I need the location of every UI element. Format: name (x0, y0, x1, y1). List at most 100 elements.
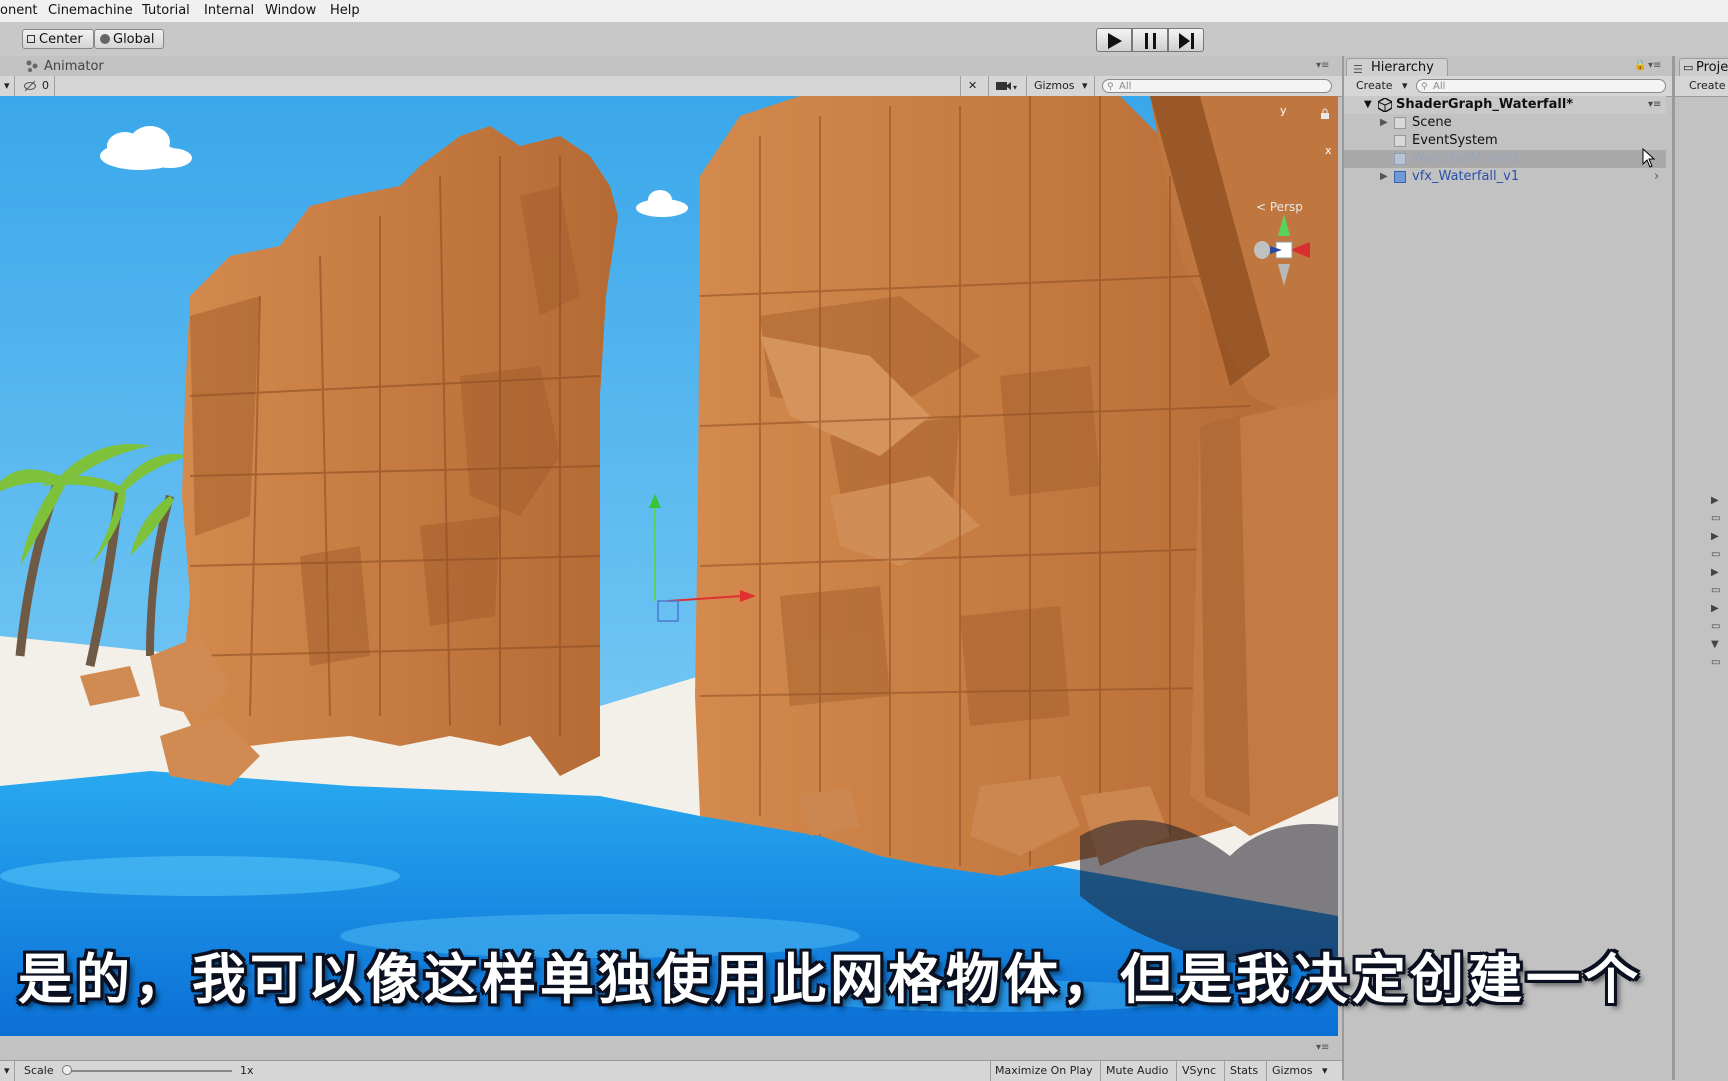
hierarchy-item-vfx[interactable]: ▶ vfx_Waterfall_v1 › (1344, 168, 1666, 186)
hierarchy-toolbar: Create ▾ ⚲ All (1344, 76, 1674, 97)
menu-cinemachine[interactable]: Cinemachine (48, 3, 133, 18)
project-tree-item-2[interactable]: ▶ ▭ (1711, 528, 1728, 564)
project-tree-item-5[interactable]: ▼ ▭ (1711, 636, 1728, 672)
project-tab-label: Proje (1696, 60, 1728, 75)
project-toolbar: Create (1675, 76, 1728, 97)
scale-slider-track[interactable] (64, 1070, 232, 1072)
projection-mode-label[interactable]: < Persp (1256, 200, 1303, 214)
mesh-icon (1394, 153, 1406, 165)
collapse-arrow-icon[interactable]: ▶ (1380, 168, 1388, 186)
hierarchy-tab[interactable]: ☰ Hierarchy (1346, 58, 1448, 76)
projection-mode-text: Persp (1269, 200, 1303, 214)
hierarchy-item-eventsystem[interactable]: EventSystem (1344, 132, 1666, 150)
space-toggle-button[interactable]: Global (94, 29, 164, 49)
scene-search-placeholder: All (1119, 81, 1132, 92)
hierarchy-tab-label: Hierarchy (1371, 60, 1434, 75)
hierarchy-menu-icon[interactable]: ▾≡ (1648, 60, 1661, 71)
expand-arrow-icon[interactable]: ▼ (1364, 96, 1372, 114)
project-tree-item-3[interactable]: ▶ ▭ (1711, 564, 1728, 600)
hierarchy-item-label: vfx_Waterfall_v1 (1412, 169, 1520, 184)
video-subtitle: 是的，我可以像这样单独使用此网格物体，但是我决定创建一个 (18, 948, 1642, 1011)
scene-name: ShaderGraph_Waterfall* (1396, 97, 1574, 112)
gizmo-y-axis-label[interactable]: y (1280, 104, 1287, 117)
menu-component[interactable]: onent (0, 3, 38, 18)
scale-value: 1x (240, 1064, 254, 1077)
gameobject-icon (1394, 135, 1406, 147)
hierarchy-item-label: EventSystem (1412, 133, 1498, 148)
search-icon: ⚲ (1107, 82, 1114, 92)
maximize-on-play-button[interactable]: Maximize On Play (995, 1063, 1093, 1079)
pause-icon (1145, 33, 1156, 49)
prefab-icon (1394, 171, 1406, 183)
hierarchy-search-input[interactable]: ⚲ All (1416, 79, 1666, 93)
hierarchy-tab-strip: ☰ Hierarchy 🔒 ▾≡ (1344, 56, 1674, 76)
pivot-label: Center (39, 32, 83, 47)
hidden-layers-icon[interactable] (24, 78, 36, 94)
right-rock-wall (695, 96, 1338, 876)
hierarchy-search-icon: ⚲ (1421, 82, 1428, 92)
prefab-open-arrow-icon[interactable]: › (1654, 168, 1659, 186)
gizmos-dropdown[interactable]: Gizmos (1034, 78, 1075, 94)
hierarchy-create-button[interactable]: Create (1356, 78, 1393, 94)
hierarchy-lock-icon[interactable]: 🔒 (1634, 60, 1646, 71)
collapse-arrow-icon[interactable]: ▶ (1380, 114, 1388, 132)
scene-tab-menu-icon[interactable]: ▾≡ (1316, 60, 1329, 71)
svg-text:▾: ▾ (1013, 83, 1017, 92)
menu-help[interactable]: Help (330, 3, 360, 18)
project-panel: ▭ Proje Create ▶ ▭ ▶ ▭ ▶ ▭ ▶ ▭ ▼ ▭ (1672, 56, 1728, 1080)
hierarchy-scene-root[interactable]: ▼ ShaderGraph_Waterfall* ▾≡ (1344, 96, 1666, 114)
hierarchy-item-label: WaterfallMesh01 (1412, 151, 1521, 166)
gameobject-icon (1394, 117, 1406, 129)
scale-slider-thumb[interactable] (62, 1065, 72, 1075)
hierarchy-search-placeholder: All (1433, 81, 1446, 92)
main-toolbar: Center Global (0, 22, 1728, 57)
folder-icon: ▭ (1683, 61, 1694, 74)
project-create-button[interactable]: Create (1689, 78, 1726, 94)
scene-render (0, 96, 1338, 1036)
tools-icon[interactable]: ✕ (968, 78, 977, 94)
scene-menu-icon[interactable]: ▾≡ (1648, 96, 1661, 114)
menu-bar: onent Cinemachine Tutorial Internal Wind… (0, 0, 1728, 23)
step-button[interactable] (1168, 28, 1204, 52)
project-tree-item-4[interactable]: ▶ ▭ (1711, 600, 1728, 636)
mouse-cursor-icon (1642, 148, 1656, 168)
step-icon (1179, 33, 1194, 49)
animator-tab[interactable]: Animator (44, 59, 104, 74)
create-arrow-icon[interactable]: ▾ (1402, 78, 1408, 94)
camera-icon[interactable]: ▾ (996, 78, 1018, 94)
game-toolbar: ▾ Scale 1x Maximize On Play Mute Audio V… (0, 1060, 1342, 1081)
hierarchy-panel: ☰ Hierarchy 🔒 ▾≡ Create ▾ ⚲ All ▼ Shader… (1342, 56, 1674, 1080)
display-dropdown-icon[interactable]: ▾ (4, 1063, 10, 1079)
gizmo-x-axis-label[interactable]: x (1325, 144, 1332, 157)
scene-tab-strip: Animator ▾≡ (0, 56, 1342, 76)
scale-label: Scale (24, 1064, 54, 1077)
hierarchy-item-scene[interactable]: ▶ Scene (1344, 114, 1666, 132)
project-tree: ▶ ▭ ▶ ▭ ▶ ▭ ▶ ▭ ▼ ▭ (1711, 492, 1728, 672)
hierarchy-item-label: Scene (1412, 115, 1452, 130)
project-tree-item-1[interactable]: ▶ ▭ (1711, 492, 1728, 528)
scene-view[interactable]: y x < Persp (0, 96, 1338, 1036)
stats-button[interactable]: Stats (1230, 1063, 1258, 1079)
pivot-icon (27, 35, 35, 43)
game-gizmos-arrow-icon[interactable]: ▾ (1322, 1063, 1328, 1079)
animator-icon (26, 60, 38, 72)
mute-audio-button[interactable]: Mute Audio (1106, 1063, 1168, 1079)
pivot-toggle-button[interactable]: Center (22, 29, 94, 49)
play-button[interactable] (1096, 28, 1132, 52)
dropdown-arrow-icon[interactable]: ▾ (4, 78, 10, 94)
game-tab-strip: ▾≡ (0, 1036, 1342, 1060)
project-tab[interactable]: ▭ Proje (1679, 58, 1728, 76)
menu-internal[interactable]: Internal (204, 3, 254, 18)
menu-tutorial[interactable]: Tutorial (142, 3, 190, 18)
hierarchy-item-waterfallmesh[interactable]: WaterfallMesh01 (1344, 150, 1666, 168)
scene-search-input[interactable]: ⚲ All (1102, 79, 1332, 93)
game-tab-menu-icon[interactable]: ▾≡ (1316, 1042, 1329, 1053)
pause-button[interactable] (1132, 28, 1168, 52)
scene-toolbar: ▾ 0 ✕ ▾ Gizmos ▾ ⚲ All (0, 76, 1342, 97)
vsync-button[interactable]: VSync (1182, 1063, 1216, 1079)
menu-window[interactable]: Window (265, 3, 316, 18)
play-icon (1108, 33, 1122, 49)
lock-icon[interactable] (1320, 108, 1330, 119)
gizmos-arrow-icon[interactable]: ▾ (1082, 78, 1088, 94)
game-gizmos-button[interactable]: Gizmos (1272, 1063, 1313, 1079)
